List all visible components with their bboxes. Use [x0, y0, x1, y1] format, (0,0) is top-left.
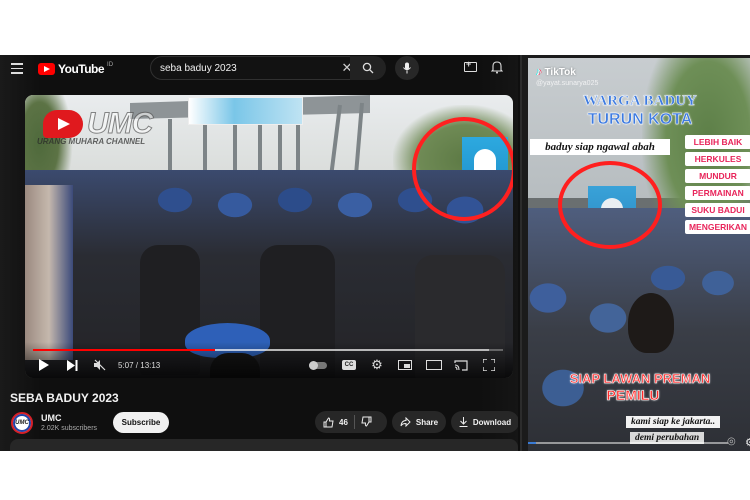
search-query[interactable]: seba baduy 2023 [160, 63, 335, 74]
search-input[interactable]: seba baduy 2023 ✕ [150, 56, 360, 80]
play-icon [39, 359, 49, 371]
progress-played [33, 349, 215, 351]
tiktok-progress-played [528, 442, 536, 444]
umc-watermark: UMC [43, 107, 154, 141]
search-button[interactable] [350, 56, 386, 80]
thumbs-up-icon [323, 416, 334, 427]
tiktok-settings-icon[interactable]: ⚙ [745, 436, 750, 449]
like-dislike-group: 46 [315, 411, 387, 433]
download-label: Download [472, 417, 512, 427]
bell-icon [490, 61, 504, 74]
create-icon[interactable] [464, 59, 477, 72]
mute-button[interactable] [93, 358, 107, 372]
download-button[interactable]: Download [451, 411, 518, 433]
tiktok-frame-person [628, 293, 674, 353]
youtube-panel: YouTube ID seba baduy 2023 ✕ + UMC URANG… [0, 55, 518, 451]
search-icon [362, 62, 374, 74]
next-button[interactable] [65, 358, 79, 372]
tiktok-note-icon: ♪ [536, 66, 542, 78]
theater-mode-button[interactable] [425, 358, 443, 372]
progress-bar[interactable] [33, 349, 503, 351]
tiktok-side-text: PERMAINAN [685, 186, 750, 200]
autoplay-toggle[interactable] [308, 358, 328, 372]
cc-icon: CC [342, 360, 356, 370]
highlight-circle [412, 117, 513, 221]
play-button[interactable] [37, 358, 51, 372]
youtube-play-logo-icon [38, 63, 55, 75]
cast-icon [454, 359, 468, 371]
tiktok-subtitle-line1: kami siap ke jakarta.. [626, 416, 721, 428]
video-player[interactable]: UMC URANG MUHARA CHANNEL 5:07 / 13:13 CC… [25, 95, 513, 378]
youtube-logo[interactable]: YouTube ID [38, 62, 113, 76]
dislike-button[interactable] [361, 416, 372, 429]
tiktok-audio-icon[interactable]: ◎ [727, 436, 736, 447]
miniplayer-button[interactable] [397, 358, 413, 372]
tiktok-username: @yayat.sunarya025 [536, 80, 599, 87]
umc-play-icon [43, 110, 83, 138]
player-controls: 5:07 / 13:13 CC ⚙ [25, 342, 513, 378]
tiktok-side-text-list: LEBIH BAIK HERKULES MUNDUR PERMAINAN SUK… [685, 135, 750, 237]
menu-icon[interactable] [11, 63, 23, 74]
umc-watermark-text: UMC [86, 107, 153, 141]
download-icon [459, 417, 468, 427]
tiktok-side-text: MUNDUR [685, 169, 750, 183]
theater-icon [426, 360, 442, 370]
volume-muted-icon [94, 359, 106, 371]
channel-name[interactable]: UMC [41, 413, 62, 423]
tiktok-logo: ♪ TikTok [536, 66, 576, 78]
tiktok-logo-text: TikTok [544, 66, 576, 78]
captions-button[interactable]: CC [341, 358, 357, 372]
tiktok-caption: baduy siap ngawal abah [530, 139, 670, 155]
voice-search-button[interactable] [395, 56, 419, 80]
tiktok-progress-bar[interactable] [528, 442, 728, 444]
subscriber-count: 2.02K subscribers [41, 425, 98, 432]
tiktok-side-text: HERKULES [685, 152, 750, 166]
video-title: SEBA BADUY 2023 [10, 391, 119, 405]
share-button[interactable]: Share [392, 411, 446, 433]
autoplay-toggle-icon [309, 360, 327, 370]
video-frame-onlookers [25, 185, 73, 360]
mic-icon [403, 62, 411, 74]
gear-icon: ⚙ [371, 357, 383, 372]
time-display: 5:07 / 13:13 [118, 361, 161, 370]
fullscreen-icon [483, 359, 495, 371]
tiktok-headline-line2: TURUN KOTA [587, 111, 693, 128]
tiktok-panel: ♪ TikTok @yayat.sunarya025 WARGA BADUY T… [520, 55, 750, 451]
fullscreen-button[interactable] [482, 358, 496, 372]
channel-avatar[interactable]: UMC [11, 412, 33, 434]
youtube-header: YouTube ID seba baduy 2023 ✕ [0, 55, 518, 83]
next-icon [66, 359, 77, 371]
tiktok-bottom-text-line2: PEMILU [606, 387, 660, 404]
like-divider [353, 415, 355, 429]
notifications-button[interactable] [490, 60, 504, 79]
like-button[interactable]: 46 [315, 416, 348, 428]
video-frame-banner [188, 97, 303, 125]
tiktok-side-text: MENGERIKAN [685, 220, 750, 234]
share-icon [400, 417, 411, 427]
screenshot-frame: YouTube ID seba baduy 2023 ✕ + UMC URANG… [0, 55, 750, 451]
like-count: 46 [339, 417, 348, 427]
tiktok-bottom-text-line1: SIAP LAWAN PREMAN [569, 371, 711, 387]
tiktok-video[interactable]: ♪ TikTok @yayat.sunarya025 WARGA BADUY T… [528, 58, 750, 451]
tiktok-highlight-circle [558, 161, 662, 249]
description-box[interactable] [10, 439, 518, 451]
miniplayer-icon [398, 360, 412, 370]
tiktok-side-text: LEBIH BAIK [685, 135, 750, 149]
share-label: Share [415, 417, 439, 427]
thumbs-down-icon [361, 416, 372, 427]
tiktok-side-text: SUKU BADUI [685, 203, 750, 217]
country-code: ID [107, 62, 114, 68]
tiktok-headline-line1: WARGA BADUY [583, 93, 697, 109]
umc-watermark-subtitle: URANG MUHARA CHANNEL [37, 137, 146, 146]
cast-button[interactable] [453, 358, 469, 372]
settings-button[interactable]: ⚙ [370, 357, 384, 372]
subscribe-button[interactable]: Subscribe [113, 412, 169, 433]
youtube-logo-text: YouTube [58, 62, 105, 76]
